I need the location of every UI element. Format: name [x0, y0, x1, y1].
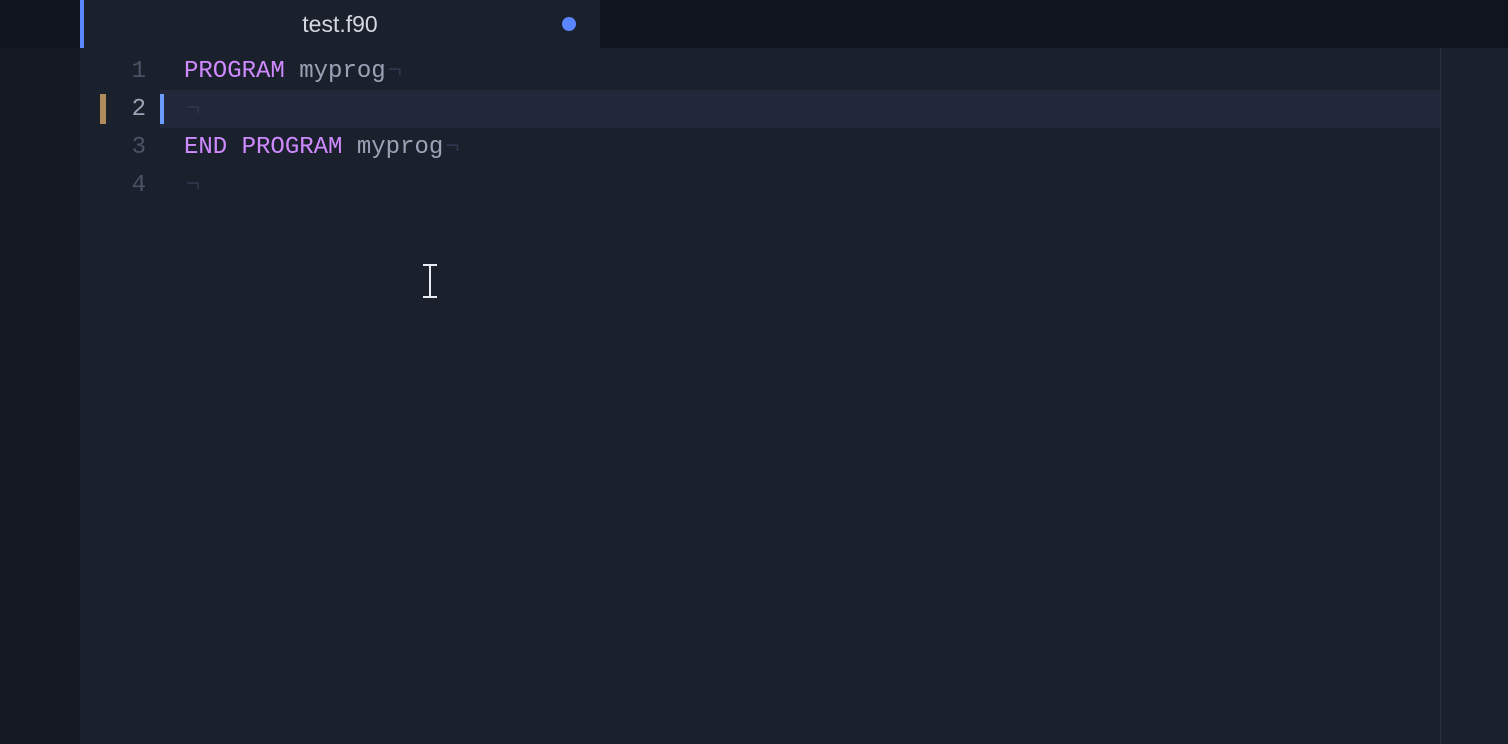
modified-line-mark-icon — [100, 94, 106, 124]
end-of-line-icon: ¬ — [184, 172, 200, 199]
tab-active[interactable]: test.f90 — [80, 0, 600, 48]
tab-title: test.f90 — [80, 11, 600, 38]
code-line[interactable]: ¬ — [184, 90, 1440, 128]
code-line[interactable]: ¬ — [184, 166, 1440, 204]
code-area[interactable]: PROGRAM myprog¬¬END PROGRAM myprog¬¬ — [160, 48, 1440, 744]
tabbar-left-spacer — [0, 0, 80, 48]
tab-active-indicator — [80, 0, 84, 48]
line-number[interactable]: 1 — [80, 52, 160, 90]
tab-bar: test.f90 — [0, 0, 1508, 48]
line-number[interactable]: 2 — [80, 90, 160, 128]
end-of-line-icon: ¬ — [184, 96, 200, 123]
line-number[interactable]: 4 — [80, 166, 160, 204]
editor-right-margin — [1440, 48, 1508, 744]
editor-area: 1234 PROGRAM myprog¬¬END PROGRAM myprog¬… — [0, 48, 1508, 744]
editor-window: test.f90 1234 PROGRAM myprog¬¬END PROGRA… — [0, 0, 1508, 744]
end-of-line-icon: ¬ — [443, 134, 459, 161]
editor-left-margin — [0, 48, 80, 744]
text-caret — [160, 94, 164, 124]
dirty-indicator-icon — [562, 17, 576, 31]
code-line[interactable]: END PROGRAM myprog¬ — [184, 128, 1440, 166]
line-number-gutter[interactable]: 1234 — [80, 48, 160, 744]
tabbar-empty-area[interactable] — [600, 0, 1508, 48]
end-of-line-icon: ¬ — [386, 58, 402, 85]
code-line[interactable]: PROGRAM myprog¬ — [184, 52, 1440, 90]
line-number[interactable]: 3 — [80, 128, 160, 166]
